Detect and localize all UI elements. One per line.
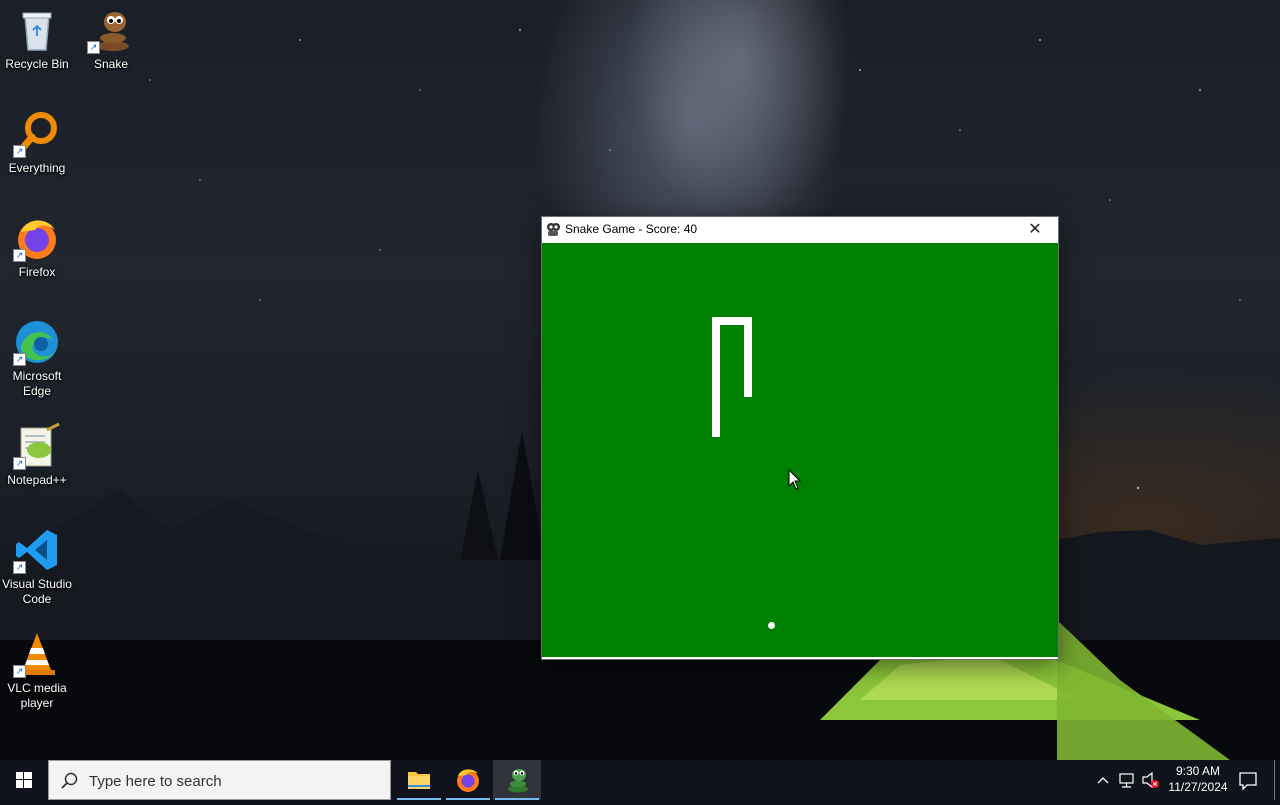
window-titlebar[interactable]: Snake Game - Score: 40 ✕ (542, 217, 1058, 242)
shortcut-arrow-icon: ↗ (13, 665, 26, 678)
desktop-icon-notepad-plus-plus[interactable]: ↗ Notepad++ (0, 422, 74, 488)
taskbar-snake-game[interactable] (493, 760, 541, 800)
snake-segment (712, 317, 720, 437)
taskbar-search-box[interactable]: Type here to search (48, 760, 391, 800)
search-icon (61, 772, 79, 790)
shortcut-arrow-icon: ↗ (13, 353, 26, 366)
notification-icon (1239, 772, 1257, 791)
taskbar-clock[interactable]: 9:30 AM 11/27/2024 (1160, 763, 1236, 795)
action-center-button[interactable] (1236, 760, 1260, 800)
clock-date: 11/27/2024 (1168, 780, 1228, 794)
desktop-icon-recycle-bin[interactable]: Recycle Bin (0, 6, 74, 72)
desktop-icon-label: Recycle Bin (5, 57, 69, 71)
desktop-icon-label: Microsoft Edge (12, 369, 62, 398)
everything-search-icon: ↗ (13, 110, 61, 158)
desktop-icon-label: Snake (93, 57, 129, 71)
network-icon (1119, 773, 1134, 788)
food-pellet (768, 622, 775, 629)
shortcut-arrow-icon: ↗ (13, 457, 26, 470)
vscode-icon: ↗ (13, 526, 61, 574)
taskbar-firefox[interactable] (444, 760, 492, 800)
firefox-icon (457, 769, 479, 792)
snake-title-icon (545, 221, 561, 237)
vlc-cone-icon: ↗ (13, 630, 61, 678)
start-button[interactable] (0, 760, 48, 800)
snake-game-window[interactable]: Snake Game - Score: 40 ✕ (541, 216, 1059, 660)
shortcut-arrow-icon: ↗ (13, 145, 26, 158)
firefox-icon: ↗ (13, 214, 61, 262)
network-status-button[interactable] (1116, 760, 1138, 800)
search-placeholder: Type here to search (89, 773, 222, 790)
desktop-icon-vlc[interactable]: ↗ VLC media player (0, 630, 74, 711)
recycle-bin-icon (13, 6, 61, 54)
speaker-muted-icon (1142, 771, 1159, 789)
desktop-icon-label: Firefox (18, 265, 56, 279)
desktop-icon-microsoft-edge[interactable]: ↗ Microsoft Edge (0, 318, 74, 399)
snake-app-icon: ↗ (87, 6, 135, 54)
desktop-icon-vscode[interactable]: ↗ Visual Studio Code (0, 526, 74, 607)
desktop-icon-label: VLC media player (7, 681, 67, 710)
taskbar-file-explorer[interactable] (395, 760, 443, 800)
shortcut-arrow-icon: ↗ (87, 41, 100, 54)
show-desktop-button[interactable] (1274, 760, 1280, 800)
shortcut-arrow-icon: ↗ (13, 561, 26, 574)
close-button[interactable]: ✕ (1012, 217, 1058, 242)
windows-logo-icon (16, 772, 32, 788)
desktop-icon-firefox[interactable]: ↗ Firefox (0, 214, 74, 280)
snake-app-icon (508, 769, 528, 793)
desktop-icon-label: Everything (8, 161, 66, 175)
snake-head (744, 317, 752, 397)
edge-icon: ↗ (13, 318, 61, 366)
desktop-icon-label: Notepad++ (7, 473, 67, 487)
folder-icon (408, 772, 430, 789)
desktop-icon-label: Visual Studio Code (2, 577, 72, 606)
desktop-icon-snake[interactable]: ↗ Snake (74, 6, 148, 72)
game-board[interactable] (542, 243, 1058, 657)
taskbar: Type here to search 9:30 AM 11/27/2024 (0, 760, 1280, 800)
notepad-plus-plus-icon: ↗ (13, 422, 61, 470)
shortcut-arrow-icon: ↗ (13, 249, 26, 262)
mouse-pointer-icon (788, 468, 802, 491)
window-title: Snake Game - Score: 40 (565, 222, 698, 236)
clock-time: 9:30 AM (1175, 764, 1221, 778)
desktop-icon-everything[interactable]: ↗ Everything (0, 110, 74, 176)
volume-button[interactable] (1140, 760, 1162, 800)
show-hidden-icons-button[interactable] (1094, 760, 1112, 800)
chevron-up-icon (1097, 777, 1109, 784)
